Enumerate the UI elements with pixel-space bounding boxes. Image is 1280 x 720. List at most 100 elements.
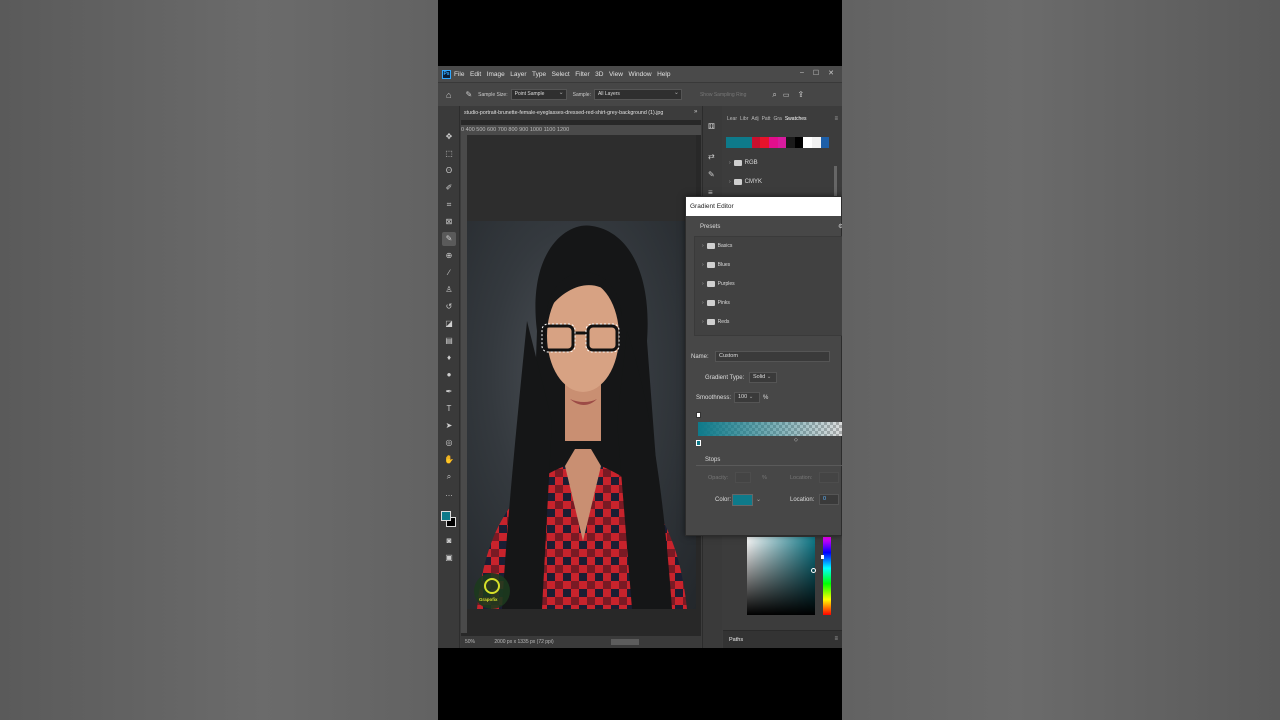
menu-view[interactable]: View	[609, 71, 623, 78]
swatch-7[interactable]	[786, 137, 795, 148]
eraser-tool-icon[interactable]: ◪	[442, 317, 456, 331]
swatch-1[interactable]	[734, 137, 744, 148]
move-tool-icon[interactable]: ✥	[442, 130, 456, 144]
crop-tool-icon[interactable]: ⌗	[442, 198, 456, 212]
chevron-down-icon[interactable]: ⌄	[756, 496, 761, 503]
healing-brush-tool-icon[interactable]: ⊕	[442, 249, 456, 263]
panel-collapse-icon[interactable]: »	[694, 109, 697, 115]
more-tools-icon[interactable]: …	[442, 487, 456, 501]
document-tab[interactable]: studio-portrait-brunette-female-eyeglass…	[461, 106, 701, 120]
menu-3d[interactable]: 3D	[595, 71, 603, 78]
swatch-group-rgb[interactable]: › RGB	[729, 160, 758, 166]
swatch-5[interactable]	[768, 137, 778, 148]
document-dimensions[interactable]: 2000 px x 1335 px (72 ppi)	[494, 639, 553, 645]
preset-folder-purples[interactable]: › Purples	[702, 281, 735, 287]
menu-image[interactable]: Image	[487, 71, 505, 78]
tab-learn[interactable]: Lear	[727, 116, 737, 122]
color-stop-left[interactable]	[696, 440, 701, 446]
zoom-level[interactable]: 50%	[465, 639, 475, 645]
tab-patterns[interactable]: Patt	[762, 116, 771, 122]
quick-mask-icon[interactable]: ◙	[442, 534, 456, 548]
clone-stamp-tool-icon[interactable]: ♙	[442, 283, 456, 297]
midpoint-diamond-icon[interactable]: ◇	[794, 437, 798, 443]
color-picker-field[interactable]	[747, 537, 816, 615]
menu-layer[interactable]: Layer	[510, 71, 526, 78]
tab-adjustments[interactable]: Adj	[751, 116, 758, 122]
menu-select[interactable]: Select	[552, 71, 570, 78]
canvas-area[interactable]	[467, 135, 696, 221]
preset-folder-reds[interactable]: › Reds	[702, 319, 729, 325]
properties-panel-icon[interactable]: ⇄	[708, 152, 715, 161]
swatch-11[interactable]	[820, 137, 830, 148]
swatch-10[interactable]	[811, 137, 821, 148]
type-tool-icon[interactable]: T	[442, 402, 456, 416]
path-selection-tool-icon[interactable]: ➤	[442, 419, 456, 433]
hand-tool-icon[interactable]: ✋	[442, 453, 456, 467]
paths-panel-tab[interactable]: Paths	[723, 630, 842, 648]
presets-settings-icon[interactable]: ⚙	[838, 223, 842, 230]
history-brush-tool-icon[interactable]: ↺	[442, 300, 456, 314]
brush-panel-icon[interactable]: ✎	[708, 170, 715, 179]
workspace-icon[interactable]: ▭	[783, 91, 790, 99]
stop-color-swatch[interactable]	[732, 494, 753, 506]
hue-slider[interactable]	[821, 537, 831, 615]
gradient-preview-bar[interactable]	[698, 422, 842, 436]
menu-type[interactable]: Type	[532, 71, 546, 78]
menu-filter[interactable]: Filter	[575, 71, 589, 78]
frame-tool-icon[interactable]: ⊠	[442, 215, 456, 229]
gradient-tool-icon[interactable]: ▤	[442, 334, 456, 348]
maximize-button[interactable]: ☐	[813, 69, 819, 77]
hue-slider-handle[interactable]	[821, 555, 824, 559]
zoom-tool-icon[interactable]: ⌕	[442, 470, 456, 484]
foreground-color-swatch[interactable]	[441, 511, 451, 521]
minimize-button[interactable]: –	[800, 69, 804, 77]
dodge-tool-icon[interactable]: ●	[442, 368, 456, 382]
close-button[interactable]: ✕	[828, 69, 834, 77]
tab-libraries[interactable]: Libr	[740, 116, 748, 122]
shape-tool-icon[interactable]: ◎	[442, 436, 456, 450]
swatch-3[interactable]	[751, 137, 761, 148]
menu-file[interactable]: File	[454, 71, 464, 78]
swatch-9[interactable]	[803, 137, 812, 148]
preset-folder-pinks[interactable]: › Pinks	[702, 300, 730, 306]
smoothness-input[interactable]: 100 ⌄	[734, 392, 760, 403]
lasso-tool-icon[interactable]: ʘ	[442, 164, 456, 178]
sample-size-select[interactable]: Point Sample	[510, 89, 567, 100]
swatch-6[interactable]	[777, 137, 787, 148]
menu-edit[interactable]: Edit	[470, 71, 481, 78]
show-sampling-ring-checkbox[interactable]: Show Sampling Ring	[700, 92, 746, 98]
swatch-0[interactable]	[726, 137, 735, 148]
sample-select[interactable]: All Layers	[593, 89, 682, 100]
color-location-input[interactable]: 0	[819, 494, 839, 505]
home-icon[interactable]: ⌂	[446, 90, 451, 100]
pen-tool-icon[interactable]: ✒	[442, 385, 456, 399]
preset-folder-blues[interactable]: › Blues	[702, 262, 730, 268]
gradient-name-input[interactable]: Custom	[715, 351, 830, 362]
gradient-type-select[interactable]: Solid ⌄	[749, 372, 777, 383]
brush-tool-icon[interactable]: ∕	[442, 266, 456, 280]
swatch-8[interactable]	[794, 137, 804, 148]
tab-swatches[interactable]: Swatches	[785, 116, 807, 122]
history-panel-icon[interactable]: ⚅	[708, 122, 715, 131]
portrait-photo[interactable]: Grapofix	[467, 221, 696, 609]
tab-gradients[interactable]: Gra	[774, 116, 782, 122]
marquee-tool-icon[interactable]: ⬚	[442, 147, 456, 161]
menu-help[interactable]: Help	[657, 71, 670, 78]
quick-select-tool-icon[interactable]: ✐	[442, 181, 456, 195]
paths-menu-icon[interactable]: ≡	[834, 636, 838, 642]
blur-tool-icon[interactable]: ♦	[442, 351, 456, 365]
screen-mode-icon[interactable]: ▣	[442, 551, 456, 565]
eyedropper-tool-icon[interactable]: ✎	[442, 232, 456, 246]
menu-window[interactable]: Window	[628, 71, 651, 78]
swatch-2[interactable]	[743, 137, 752, 148]
preset-folder-basics[interactable]: › Basics	[702, 243, 732, 249]
search-icon[interactable]: ⌕	[772, 90, 776, 100]
eyedropper-icon[interactable]: ✎	[465, 90, 472, 99]
vertical-scrollbar[interactable]	[834, 166, 837, 196]
color-picker-cursor[interactable]	[811, 568, 816, 573]
swatch-group-cmyk[interactable]: › CMYK	[729, 179, 762, 185]
share-icon[interactable]: ⇪	[797, 90, 804, 99]
panel-menu-icon[interactable]: ≡	[834, 116, 838, 122]
swatch-4[interactable]	[760, 137, 769, 148]
opacity-stop-left[interactable]	[696, 412, 701, 418]
